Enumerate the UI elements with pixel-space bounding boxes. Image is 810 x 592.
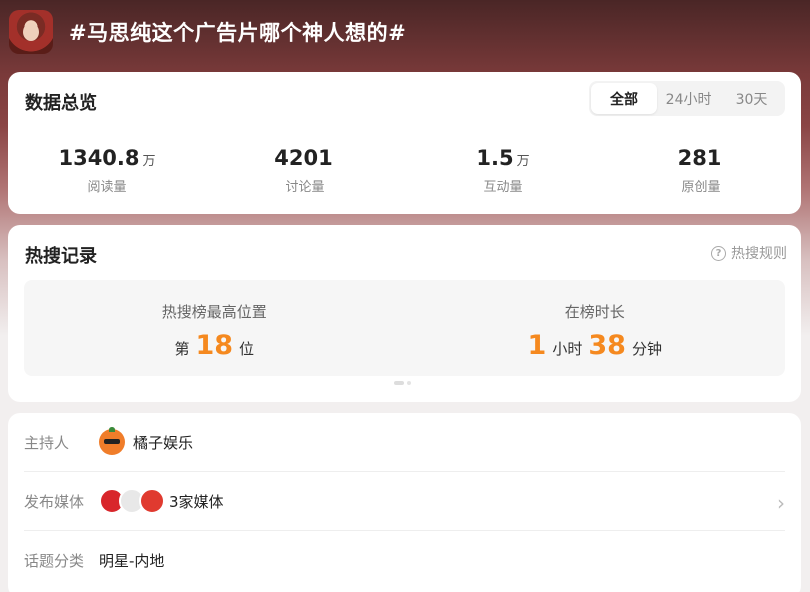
peak-position: 热搜榜最高位置 第 18 位 [24, 280, 405, 376]
topic-header: #马思纯这个广告片哪个神人想的# [0, 0, 810, 70]
duration-on-list: 在榜时长 1 小时 38 分钟 [405, 280, 786, 376]
question-icon: ? [711, 245, 726, 261]
media-label: 发布媒体 [24, 492, 85, 511]
host-row[interactable]: 主持人 橘子娱乐 [24, 413, 785, 472]
stat-originals-value: 281 [677, 146, 722, 170]
hot-search-title: 热搜记录 [25, 246, 97, 267]
overview-title: 数据总览 [25, 93, 97, 114]
duration-minutes-unit: 分钟 [631, 340, 662, 358]
hot-search-card: 热搜记录 ? 热搜规则 热搜榜最高位置 第 18 位 在榜时长 1 小时 38 … [8, 225, 801, 402]
time-range-tabs: 全部 24小时 30天 [589, 81, 785, 116]
category-value: 明星-内地 [99, 552, 165, 570]
tab-all[interactable]: 全部 [591, 83, 658, 114]
category-label: 话题分类 [24, 552, 85, 570]
stat-interactions: 1.5 万 互动量 [404, 146, 602, 195]
peak-value: 18 [195, 330, 234, 361]
media-row[interactable]: 发布媒体 3家媒体 › [24, 472, 785, 531]
peak-position-label: 热搜榜最高位置 [161, 303, 267, 321]
orange-host-icon [99, 427, 125, 455]
tab-30d[interactable]: 30天 [720, 83, 783, 114]
tab-24h[interactable]: 24小时 [657, 83, 720, 114]
host-label: 主持人 [24, 433, 70, 452]
stat-discussions-label: 讨论量 [285, 180, 325, 195]
stat-reads-unit: 万 [142, 154, 156, 169]
hot-search-rules-link[interactable]: ? 热搜规则 [711, 243, 787, 263]
duration-minutes: 38 [588, 330, 626, 361]
peak-prefix: 第 [174, 340, 190, 358]
page-dot-active [394, 381, 404, 385]
stat-originals: 281 原创量 [602, 146, 800, 195]
page-indicator [394, 381, 411, 385]
data-overview-card: 数据总览 全部 24小时 30天 1340.8 万 阅读量 4201 讨论量 1… [8, 72, 801, 214]
stat-interactions-unit: 万 [516, 154, 530, 169]
stat-discussions: 4201 讨论量 [206, 146, 404, 195]
avatar[interactable] [9, 10, 53, 54]
hot-search-panel: 热搜榜最高位置 第 18 位 在榜时长 1 小时 38 分钟 [24, 280, 785, 376]
stat-interactions-label: 互动量 [483, 180, 523, 195]
media-logos [99, 488, 165, 514]
category-row: 话题分类 明星-内地 [24, 531, 785, 590]
media-value: 3家媒体 [169, 492, 224, 511]
topic-title: #马思纯这个广告片哪个神人想的# [69, 21, 407, 45]
topic-info-card: 主持人 橘子娱乐 发布媒体 3家媒体 › 话题分类 明星-内地 [8, 413, 801, 592]
stat-reads: 1340.8 万 阅读量 [8, 146, 206, 195]
stat-reads-value: 1340.8 [58, 146, 140, 170]
media-logo-icon [139, 488, 165, 514]
stat-reads-label: 阅读量 [87, 180, 127, 195]
page-dot [407, 381, 411, 385]
duration-hours: 1 [527, 330, 547, 361]
stat-originals-label: 原创量 [681, 180, 721, 195]
host-value: 橘子娱乐 [133, 433, 194, 452]
hot-search-rules-label: 热搜规则 [731, 246, 787, 262]
stats-row: 1340.8 万 阅读量 4201 讨论量 1.5 万 互动量 281 原创量 [8, 146, 801, 195]
peak-suffix: 位 [239, 340, 255, 358]
stat-discussions-value: 4201 [274, 146, 333, 170]
stat-interactions-value: 1.5 [476, 146, 514, 170]
duration-label: 在榜时长 [564, 303, 625, 321]
duration-hours-unit: 小时 [552, 340, 583, 358]
chevron-right-icon: › [777, 491, 785, 515]
